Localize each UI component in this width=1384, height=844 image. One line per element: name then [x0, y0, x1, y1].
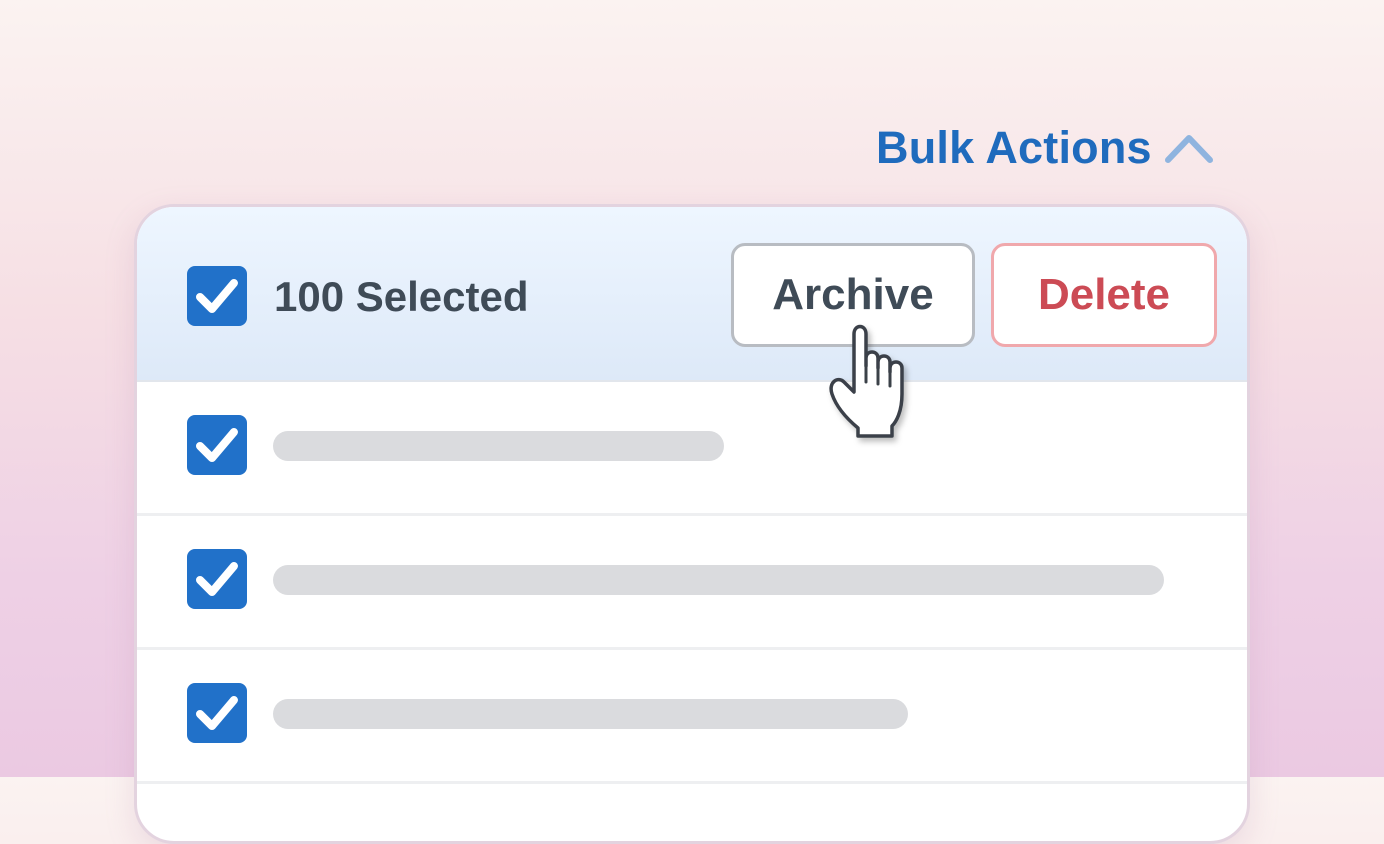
row-placeholder-text — [273, 565, 1164, 595]
list-item[interactable] — [137, 516, 1247, 650]
checkmark-icon — [196, 279, 238, 313]
chevron-up-icon — [1164, 135, 1213, 163]
row-checkbox[interactable] — [187, 549, 247, 609]
select-all-checkbox[interactable] — [187, 266, 247, 326]
row-placeholder-text — [273, 699, 908, 729]
bulk-actions-bar: 100 Selected Archive Delete — [137, 207, 1247, 382]
bulk-actions-label: Bulk Actions — [876, 122, 1152, 173]
checkmark-icon — [196, 696, 238, 730]
row-checkbox[interactable] — [187, 415, 247, 475]
checkmark-icon — [196, 428, 238, 462]
list-item[interactable] — [137, 650, 1247, 784]
delete-button[interactable]: Delete — [991, 243, 1217, 347]
bulk-actions-toggle[interactable]: Bulk Actions — [876, 122, 1214, 174]
row-placeholder-text — [273, 431, 724, 461]
row-checkbox[interactable] — [187, 683, 247, 743]
list-item[interactable] — [137, 382, 1247, 516]
bulk-selection-card: 100 Selected Archive Delete — [134, 204, 1250, 844]
selected-count-label: 100 Selected — [274, 273, 529, 320]
checkmark-icon — [196, 562, 238, 596]
archive-button[interactable]: Archive — [731, 243, 975, 347]
